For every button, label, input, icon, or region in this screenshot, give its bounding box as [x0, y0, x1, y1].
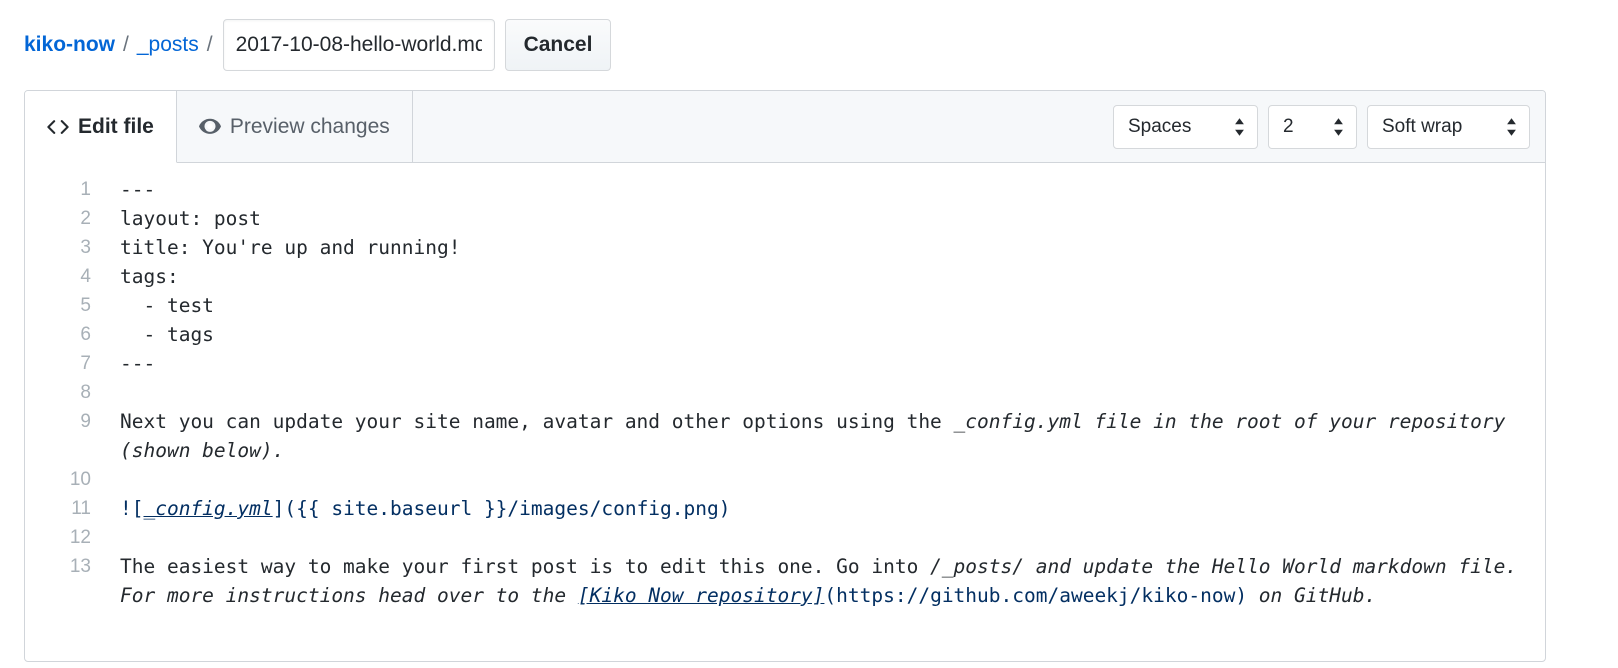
line-number: 7 — [25, 349, 91, 378]
editor-tab-list: Edit file Preview changes — [25, 91, 413, 162]
filename-input[interactable] — [223, 19, 495, 71]
breadcrumb-separator-1: / — [123, 33, 129, 57]
code-emphasis: on GitHub. — [1247, 584, 1376, 607]
code-line: Next you can update your site name, avat… — [120, 407, 1545, 465]
eye-icon — [199, 116, 221, 138]
line-number: 8 — [25, 378, 91, 407]
tab-preview-changes[interactable]: Preview changes — [177, 91, 413, 162]
line-number: 3 — [25, 233, 91, 262]
line-number-wrap-filler — [25, 436, 91, 465]
code-link-url: (https://github.com/aweekj/kiko-now) — [824, 584, 1247, 607]
code-link-text: _config.yml — [143, 497, 272, 520]
code-line: - tags — [120, 320, 1545, 349]
editor-tabnav: Edit file Preview changes Spaces — [25, 91, 1545, 163]
indent-mode-select-wrap: Spaces — [1113, 105, 1258, 149]
line-number: 12 — [25, 523, 91, 552]
code-link-text: [Kiko Now repository] — [578, 584, 825, 607]
code-line: --- — [120, 175, 1545, 204]
tab-edit-file-label: Edit file — [78, 115, 154, 139]
editor-settings: Spaces 2 Soft wrap — [1113, 91, 1545, 162]
code-line: tags: — [120, 262, 1545, 291]
code-line: --- — [120, 349, 1545, 378]
tab-preview-changes-label: Preview changes — [230, 115, 390, 139]
tab-edit-file[interactable]: Edit file — [25, 91, 177, 163]
code-editor-area[interactable]: 1 2 3 4 5 6 7 8 9 10 11 12 13 --- layout… — [25, 163, 1545, 610]
breadcrumb-folder-link[interactable]: _posts — [137, 33, 199, 57]
line-number-gutter: 1 2 3 4 5 6 7 8 9 10 11 12 13 — [25, 175, 91, 610]
indent-size-select[interactable]: 2 — [1268, 105, 1357, 149]
cancel-button[interactable]: Cancel — [505, 19, 612, 71]
wrap-mode-select-wrap: Soft wrap — [1367, 105, 1530, 149]
code-link-url: ]({{ site.baseurl }}/images/config.png) — [273, 497, 731, 520]
code-line: ![_config.yml]({{ site.baseurl }}/images… — [120, 494, 1545, 523]
line-number: 9 — [25, 407, 91, 436]
indent-mode-select[interactable]: Spaces — [1113, 105, 1258, 149]
indent-size-select-wrap: 2 — [1268, 105, 1357, 149]
line-number: 6 — [25, 320, 91, 349]
line-number: 2 — [25, 204, 91, 233]
line-number: 13 — [25, 552, 91, 581]
edit-file-page: kiko-now / _posts / Cancel Edit file — [0, 0, 1618, 668]
file-editor: Edit file Preview changes Spaces — [24, 90, 1546, 662]
code-markdown-image-bang: ![ — [120, 497, 143, 520]
code-line: - test — [120, 291, 1545, 320]
code-line — [120, 523, 1545, 552]
line-number: 11 — [25, 494, 91, 523]
code-line: title: You're up and running! — [120, 233, 1545, 262]
breadcrumb-separator-2: / — [207, 33, 213, 57]
line-number: 4 — [25, 262, 91, 291]
line-number: 1 — [25, 175, 91, 204]
code-line — [120, 465, 1545, 494]
breadcrumb: kiko-now / _posts / Cancel — [24, 0, 1594, 90]
code-line: layout: post — [120, 204, 1545, 233]
line-number: 10 — [25, 465, 91, 494]
code-text: Next you can update your site name, avat… — [120, 410, 954, 433]
code-icon — [47, 116, 69, 138]
line-number: 5 — [25, 291, 91, 320]
wrap-mode-select[interactable]: Soft wrap — [1367, 105, 1530, 149]
code-line — [120, 378, 1545, 407]
code-line: The easiest way to make your first post … — [120, 552, 1545, 610]
code-text: The easiest way to make your first post … — [120, 555, 930, 578]
code-lines[interactable]: --- layout: post title: You're up and ru… — [91, 175, 1545, 610]
breadcrumb-repo-link[interactable]: kiko-now — [24, 33, 115, 57]
